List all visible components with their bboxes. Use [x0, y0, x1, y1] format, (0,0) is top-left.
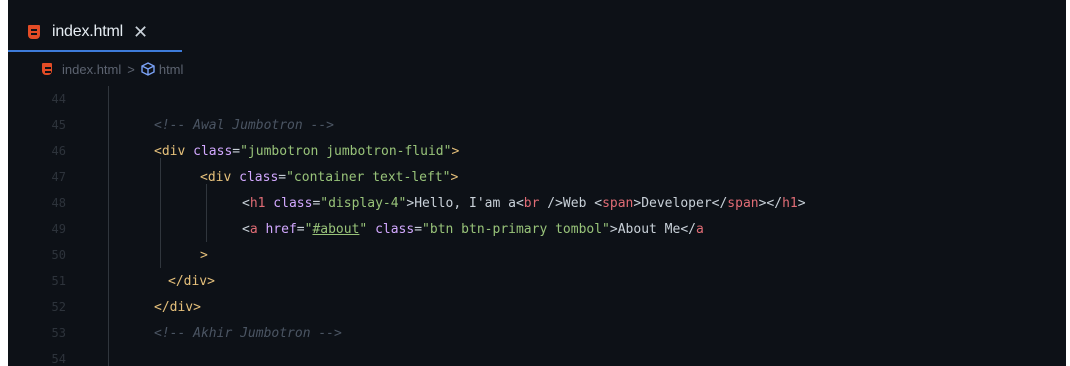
- line-number: 47: [51, 170, 66, 184]
- tag-name: div: [161, 143, 186, 159]
- tag-name: a: [249, 221, 258, 237]
- html5-icon: [42, 63, 52, 75]
- code-line: 49 <a href="#about" class="btn btn-prima…: [8, 216, 1066, 242]
- comment: <!-- Akhir Jumbotron -->: [154, 325, 342, 341]
- tag-name: h1: [782, 195, 798, 211]
- code-line: 45 <!-- Awal Jumbotron -->: [8, 112, 1066, 138]
- tag-name: div: [207, 169, 232, 185]
- code-text: <h1 class="display-4">Hello, I'am a<br /…: [242, 196, 806, 211]
- tag-bracket: <: [242, 221, 250, 237]
- tag-bracket: <: [242, 195, 250, 211]
- tag-bracket: >: [797, 195, 806, 211]
- tag-bracket: >: [200, 247, 208, 263]
- line-number: 53: [51, 326, 66, 340]
- cube-icon: [141, 62, 155, 76]
- tag-name: div: [183, 273, 208, 289]
- line-number: 52: [51, 300, 66, 314]
- attr-name: class: [265, 195, 313, 211]
- line-number: 45: [51, 118, 66, 132]
- text-content: >Developer</: [633, 195, 728, 211]
- tag-bracket: </: [154, 299, 170, 315]
- tag-bracket: </: [168, 273, 184, 289]
- text-content: >About Me</: [609, 221, 696, 237]
- line-number: 48: [51, 196, 66, 210]
- code-text: <div class="container text-left">: [200, 170, 458, 185]
- code-line: 47 <div class="container text-left">: [8, 164, 1066, 190]
- attr-value: "jumbotron jumbotron-fluid": [240, 143, 452, 159]
- attr-name: class: [193, 143, 233, 159]
- tag-bracket: ></: [758, 195, 783, 211]
- code-line: 48 <h1 class="display-4">Hello, I'am a<b…: [8, 190, 1066, 216]
- tag-name: br: [523, 195, 540, 211]
- breadcrumb: index.html > html: [8, 56, 1066, 82]
- tab-bar: index.html ✕: [8, 0, 1066, 52]
- code-line: 51 </div>: [8, 268, 1066, 294]
- attr-name: class: [239, 169, 279, 185]
- tag-name: span: [602, 195, 634, 211]
- line-number: 50: [51, 248, 66, 262]
- code-text: </div>: [168, 274, 215, 289]
- line-number: 49: [51, 222, 66, 236]
- code-editor[interactable]: 44 45 <!-- Awal Jumbotron --> 46 <div cl…: [8, 86, 1066, 366]
- html5-icon: [28, 25, 40, 39]
- editor-window: index.html ✕ index.html > html 44 45 <!-…: [8, 0, 1066, 366]
- line-number: 44: [51, 92, 66, 106]
- code-line: 52 </div>: [8, 294, 1066, 320]
- code-line: 50 >: [8, 242, 1066, 268]
- line-number: 54: [51, 352, 66, 366]
- tag-bracket: <: [154, 143, 162, 159]
- code-line: 46 <div class="jumbotron jumbotron-fluid…: [8, 138, 1066, 164]
- tab-index-html[interactable]: index.html ✕: [8, 14, 182, 52]
- line-number: 46: [51, 144, 66, 158]
- close-icon[interactable]: ✕: [133, 23, 148, 41]
- code-line: 53 <!-- Akhir Jumbotron -->: [8, 320, 1066, 346]
- tag-name: a: [695, 221, 704, 237]
- tab-label: index.html: [52, 23, 123, 40]
- text-content: >Hello, I'am a<: [406, 195, 524, 211]
- code-text: <div class="jumbotron jumbotron-fluid">: [154, 144, 459, 159]
- breadcrumb-symbol[interactable]: html: [159, 62, 184, 77]
- equals: =: [278, 169, 287, 185]
- tag-name: div: [169, 299, 194, 315]
- tag-name: span: [727, 195, 759, 211]
- href-link[interactable]: #about: [312, 222, 359, 237]
- code-text: <a href="#about" class="btn btn-primary …: [242, 222, 704, 237]
- attr-value: "display-4": [320, 195, 407, 211]
- code-line: 44: [8, 86, 1066, 112]
- breadcrumb-file[interactable]: index.html: [62, 62, 121, 77]
- tag-bracket: >: [450, 169, 459, 185]
- code-line: 54: [8, 346, 1066, 366]
- attr-name: href: [257, 221, 297, 237]
- tag-bracket: <: [200, 169, 208, 185]
- equals: =: [296, 221, 305, 237]
- attr-value: "btn btn-primary tombol": [422, 221, 610, 237]
- tag-bracket: >: [207, 273, 215, 289]
- tag-name: h1: [249, 195, 266, 211]
- comment: <!-- Awal Jumbotron -->: [154, 117, 335, 133]
- attr-value: "container text-left": [286, 169, 451, 185]
- line-number: 51: [51, 274, 66, 288]
- tag-bracket: >: [451, 143, 460, 159]
- breadcrumb-separator: >: [127, 61, 135, 77]
- equals: =: [232, 143, 241, 159]
- tag-bracket: >: [193, 299, 201, 315]
- attr-name: class: [367, 221, 415, 237]
- equals: =: [414, 221, 423, 237]
- code-text: </div>: [154, 300, 201, 315]
- text-content: />Web <: [539, 195, 603, 211]
